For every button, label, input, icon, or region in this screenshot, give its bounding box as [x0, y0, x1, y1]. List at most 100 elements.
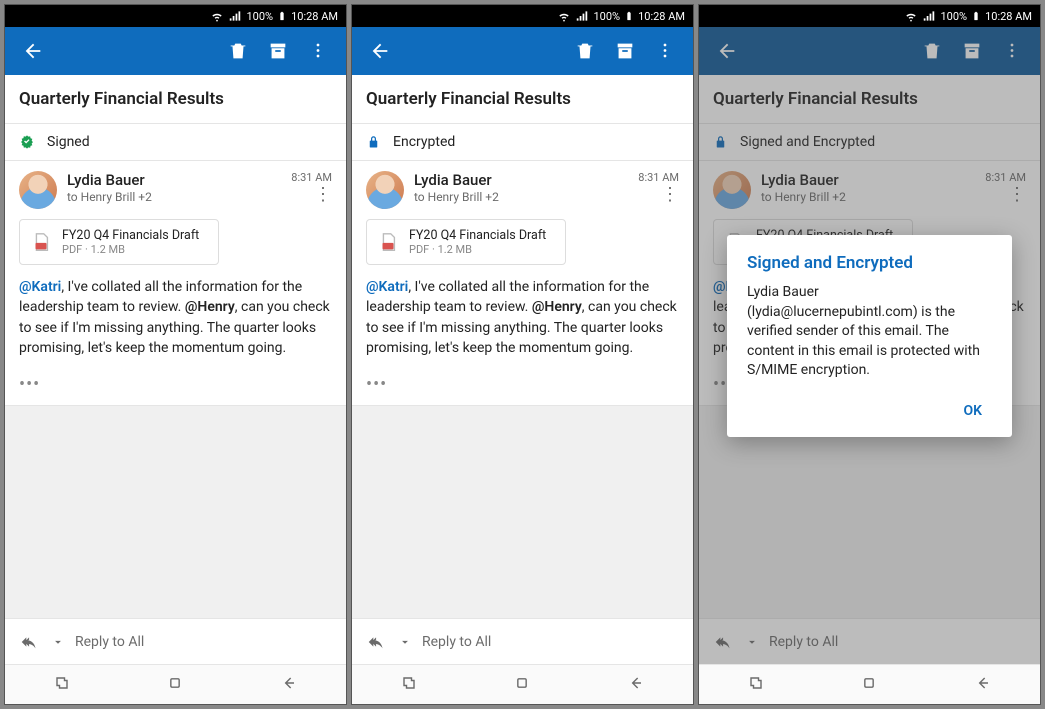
lock-icon: [713, 135, 728, 150]
sender-name: Lydia Bauer: [761, 171, 975, 189]
signal-icon: [922, 9, 936, 23]
back-button[interactable]: [13, 31, 53, 71]
security-row[interactable]: Signed and Encrypted: [699, 124, 1040, 161]
signed-icon: [19, 134, 35, 150]
chevron-down-icon[interactable]: [51, 635, 65, 649]
system-nav: [352, 664, 693, 704]
message-body: @Katri, I've collated all the informatio…: [352, 275, 693, 368]
avatar: [713, 171, 751, 209]
security-row[interactable]: Encrypted: [352, 124, 693, 161]
clock-text: 10:28 AM: [638, 10, 685, 23]
mention-katri[interactable]: @Katri: [366, 279, 408, 295]
overflow-button[interactable]: [298, 31, 338, 71]
avatar: [366, 171, 404, 209]
back-button[interactable]: [707, 31, 747, 71]
security-label: Signed: [47, 134, 90, 150]
dialog-body: Lydia Bauer (lydia@lucernepubintl.com) i…: [747, 283, 992, 381]
back-button[interactable]: [360, 31, 400, 71]
security-label: Encrypted: [393, 134, 455, 150]
nav-back-button[interactable]: [611, 673, 661, 697]
clock-text: 10:28 AM: [985, 10, 1032, 23]
reply-all-icon: [19, 631, 41, 653]
nav-recent-button[interactable]: [384, 673, 434, 697]
attachment-meta: PDF · 1.2 MB: [62, 243, 199, 256]
dialog-title: Signed and Encrypted: [747, 253, 992, 273]
mention-henry[interactable]: @Henry: [185, 299, 235, 315]
sender-name: Lydia Bauer: [414, 171, 628, 189]
nav-recent-button[interactable]: [37, 673, 87, 697]
attachment-chip[interactable]: FY20 Q4 Financials Draft PDF · 1.2 MB: [366, 219, 566, 265]
reply-bar[interactable]: Reply to All: [352, 618, 693, 664]
message-time: 8:31 AM: [985, 171, 1026, 184]
reply-bar[interactable]: Reply to All: [5, 618, 346, 664]
smime-dialog: Signed and Encrypted Lydia Bauer (lydia@…: [727, 235, 1012, 437]
nav-back-button[interactable]: [958, 673, 1008, 697]
message-overflow-icon[interactable]: ⋮: [638, 190, 679, 200]
reply-label: Reply to All: [75, 634, 144, 650]
chevron-down-icon[interactable]: [398, 635, 412, 649]
screen-signed-encrypted-dialog: 100% 10:28 AM Quarterly Financial Result…: [698, 4, 1041, 705]
archive-button[interactable]: [952, 31, 992, 71]
expand-quoted-icon[interactable]: •••: [5, 368, 346, 406]
attachment-chip[interactable]: FY20 Q4 Financials Draft PDF · 1.2 MB: [19, 219, 219, 265]
wifi-icon: [557, 9, 571, 23]
reply-bar[interactable]: Reply to All: [699, 618, 1040, 664]
blank-area: [699, 406, 1040, 618]
battery-icon: [624, 9, 634, 23]
avatar: [19, 171, 57, 209]
subject: Quarterly Financial Results: [352, 75, 693, 124]
archive-button[interactable]: [605, 31, 645, 71]
security-row[interactable]: Signed: [5, 124, 346, 161]
sender-name: Lydia Bauer: [67, 171, 281, 189]
archive-button[interactable]: [258, 31, 298, 71]
nav-recent-button[interactable]: [731, 673, 781, 697]
file-icon: [377, 229, 399, 255]
mention-henry[interactable]: @Henry: [532, 299, 582, 315]
reply-label: Reply to All: [769, 634, 838, 650]
sender-row[interactable]: Lydia Bauer to Henry Brill +2 8:31 AM ⋮: [352, 161, 693, 215]
nav-home-button[interactable]: [150, 673, 200, 697]
expand-quoted-icon[interactable]: •••: [352, 368, 693, 406]
overflow-button[interactable]: [992, 31, 1032, 71]
app-bar: [699, 27, 1040, 75]
blank-area: [5, 406, 346, 618]
app-bar: [5, 27, 346, 75]
message-time: 8:31 AM: [638, 171, 679, 184]
status-bar: 100% 10:28 AM: [5, 5, 346, 27]
dialog-ok-button[interactable]: OK: [953, 395, 992, 427]
delete-button[interactable]: [218, 31, 258, 71]
screen-signed: 100% 10:28 AM Quarterly Financial Result…: [4, 4, 347, 705]
clock-text: 10:28 AM: [291, 10, 338, 23]
screen-encrypted: 100% 10:28 AM Quarterly Financial Result…: [351, 4, 694, 705]
message-overflow-icon[interactable]: ⋮: [985, 190, 1026, 200]
subject: Quarterly Financial Results: [699, 75, 1040, 124]
message-overflow-icon[interactable]: ⋮: [291, 190, 332, 200]
subject: Quarterly Financial Results: [5, 75, 346, 124]
status-bar: 100% 10:28 AM: [699, 5, 1040, 27]
signal-icon: [228, 9, 242, 23]
message-body: @Katri, I've collated all the informatio…: [5, 275, 346, 368]
recipients: to Henry Brill +2: [67, 190, 281, 204]
delete-button[interactable]: [565, 31, 605, 71]
reply-all-icon: [366, 631, 388, 653]
app-bar: [352, 27, 693, 75]
sender-row[interactable]: Lydia Bauer to Henry Brill +2 8:31 AM ⋮: [5, 161, 346, 215]
battery-icon: [277, 9, 287, 23]
attachment-name: FY20 Q4 Financials Draft: [409, 228, 546, 243]
chevron-down-icon[interactable]: [745, 635, 759, 649]
nav-home-button[interactable]: [497, 673, 547, 697]
sender-row[interactable]: Lydia Bauer to Henry Brill +2 8:31 AM ⋮: [699, 161, 1040, 215]
attachment-name: FY20 Q4 Financials Draft: [62, 228, 199, 243]
overflow-button[interactable]: [645, 31, 685, 71]
status-bar: 100% 10:28 AM: [352, 5, 693, 27]
file-icon: [30, 229, 52, 255]
message-time: 8:31 AM: [291, 171, 332, 184]
security-label: Signed and Encrypted: [740, 134, 875, 150]
system-nav: [5, 664, 346, 704]
recipients: to Henry Brill +2: [761, 190, 975, 204]
nav-back-button[interactable]: [264, 673, 314, 697]
nav-home-button[interactable]: [844, 673, 894, 697]
battery-text: 100%: [940, 10, 967, 23]
delete-button[interactable]: [912, 31, 952, 71]
mention-katri[interactable]: @Katri: [19, 279, 61, 295]
